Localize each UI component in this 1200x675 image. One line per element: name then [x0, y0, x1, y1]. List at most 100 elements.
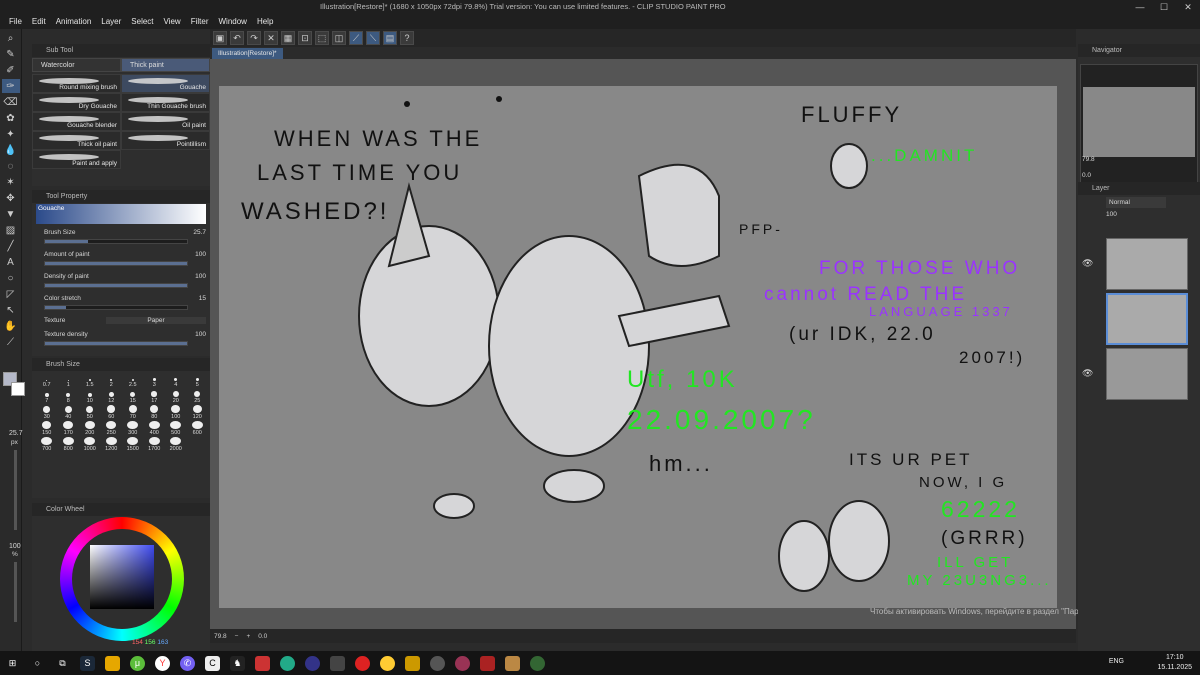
brush-item[interactable]: Pointillism — [121, 131, 210, 150]
amount-paint-slider[interactable] — [44, 261, 188, 266]
status-zoom[interactable]: 79.8 — [214, 633, 227, 640]
brush-icon[interactable]: ✑ — [1, 79, 20, 93]
auto-select-icon[interactable]: ✶ — [2, 175, 20, 189]
brush-size-option[interactable]: 300 — [122, 421, 144, 436]
ruler-icon[interactable]: ◸ — [2, 287, 20, 301]
menu-animation[interactable]: Animation — [56, 17, 92, 26]
app-icon[interactable] — [430, 655, 445, 671]
brush-size-option[interactable]: 2.5 — [122, 373, 144, 388]
brush-size-option[interactable]: 1.5 — [79, 373, 101, 388]
menu-view[interactable]: View — [164, 17, 181, 26]
decoration-icon[interactable]: ✿ — [2, 111, 20, 125]
sub-color-swatch[interactable] — [11, 382, 25, 396]
brush-size-option[interactable]: 100 — [165, 405, 187, 420]
app-icon[interactable] — [305, 655, 320, 671]
layer-opacity[interactable]: 100 — [1106, 211, 1117, 218]
brush-size-option[interactable]: 80 — [144, 405, 166, 420]
app-icon[interactable]: ♞ — [230, 655, 245, 671]
tray-date[interactable]: 15.11.2025 — [1157, 663, 1192, 673]
density-paint-slider[interactable] — [44, 283, 188, 288]
canvas-icon[interactable]: ▣ — [213, 31, 227, 45]
brush-size-option[interactable]: 70 — [122, 405, 144, 420]
brush-size-option[interactable]: 10 — [79, 389, 101, 404]
brush-size-option[interactable]: 1500 — [122, 437, 144, 452]
menu-window[interactable]: Window — [219, 17, 247, 26]
app-icon[interactable] — [530, 655, 545, 671]
density-paint-value[interactable]: 100 — [182, 273, 206, 280]
clear-icon[interactable]: ✕ — [264, 31, 278, 45]
zoom-out-icon[interactable]: − — [235, 633, 239, 640]
texture-density-slider[interactable] — [44, 341, 188, 346]
brush-size-slider-prop[interactable] — [44, 239, 188, 244]
eyedropper-icon[interactable]: ⟋ — [2, 335, 20, 349]
brush-size-option[interactable]: 4 — [165, 373, 187, 388]
app-icon[interactable] — [480, 655, 495, 671]
move-icon[interactable]: ✥ — [2, 191, 20, 205]
app-icon[interactable] — [380, 655, 395, 671]
brush-size-option[interactable]: 800 — [58, 437, 80, 452]
layer-item[interactable] — [1106, 238, 1188, 290]
color-stretch-slider[interactable] — [44, 305, 188, 310]
color-stretch-value[interactable]: 15 — [182, 295, 206, 302]
brush-size-option[interactable]: 1000 — [79, 437, 101, 452]
brush-item[interactable]: Thick oil paint — [32, 131, 121, 150]
app-icon[interactable] — [405, 655, 420, 671]
eraser-icon[interactable]: ⌫ — [2, 95, 20, 109]
brush-size-option[interactable]: 7 — [36, 389, 58, 404]
folder-icon[interactable] — [105, 655, 120, 671]
brush-size-option[interactable]: 200 — [79, 421, 101, 436]
snap-grid-icon[interactable]: ▤ — [383, 31, 397, 45]
redo-icon[interactable]: ↷ — [247, 31, 261, 45]
brush-size-slider[interactable] — [14, 450, 17, 530]
brush-size-option[interactable]: 0.7 — [36, 373, 58, 388]
hand-icon[interactable]: ✋ — [2, 319, 20, 333]
zoom-in-icon[interactable]: + — [246, 633, 250, 640]
balloon-icon[interactable]: ○ — [2, 271, 20, 285]
app-icon[interactable] — [280, 655, 295, 671]
menu-filter[interactable]: Filter — [191, 17, 209, 26]
brush-size-option[interactable]: 30 — [36, 405, 58, 420]
texture-density-value[interactable]: 100 — [182, 331, 206, 338]
brush-size-option[interactable]: 40 — [58, 405, 80, 420]
nav-angle[interactable]: 0.0 — [1082, 172, 1091, 179]
help-icon[interactable]: ? — [400, 31, 414, 45]
layer-item-selected[interactable] — [1106, 293, 1188, 345]
brush-size-option[interactable]: 120 — [187, 405, 209, 420]
app-icon[interactable] — [330, 655, 345, 671]
operation-icon[interactable]: ↖ — [2, 303, 20, 317]
snap-special-icon[interactable]: ⟍ — [366, 31, 380, 45]
texture-value[interactable]: Paper — [106, 316, 206, 324]
yandex-icon[interactable]: Y — [155, 655, 170, 671]
deselect-icon[interactable]: ⬚ — [315, 31, 329, 45]
brush-item[interactable]: Thin Gouache brush — [121, 93, 210, 112]
fill-icon[interactable]: ▦ — [281, 31, 295, 45]
brush-size-option[interactable]: 1200 — [101, 437, 123, 452]
brush-size-option[interactable]: 600 — [187, 421, 209, 436]
steam-icon[interactable]: S — [80, 655, 95, 671]
brush-size-option[interactable]: 400 — [144, 421, 166, 436]
clip-studio-icon[interactable]: C — [205, 655, 220, 671]
search-icon[interactable]: ○ — [30, 656, 45, 671]
transform-icon[interactable]: ⊡ — [298, 31, 312, 45]
brush-size-option[interactable]: 150 — [36, 421, 58, 436]
brush-size-option[interactable]: 60 — [101, 405, 123, 420]
invert-icon[interactable]: ◫ — [332, 31, 346, 45]
menu-help[interactable]: Help — [257, 17, 273, 26]
amount-paint-value[interactable]: 100 — [182, 251, 206, 258]
brush-item[interactable]: Oil paint — [121, 112, 210, 131]
tab-watercolor[interactable]: Watercolor — [32, 58, 121, 72]
text-icon[interactable]: A — [2, 255, 20, 269]
airbrush-icon[interactable]: ✦ — [2, 127, 20, 141]
blend-icon[interactable]: 💧 — [2, 143, 20, 157]
brush-size-option[interactable]: 1700 — [144, 437, 166, 452]
visibility-eye-icon[interactable]: 👁 — [1082, 368, 1093, 379]
brush-size-option[interactable]: 20 — [165, 389, 187, 404]
brush-size-option[interactable]: 15 — [122, 389, 144, 404]
brush-size-option[interactable]: 1 — [58, 373, 80, 388]
brush-item[interactable]: Gouache blender — [32, 112, 121, 131]
brush-size-option[interactable]: 12 — [101, 389, 123, 404]
brush-size-option[interactable]: 500 — [165, 421, 187, 436]
layer-item[interactable] — [1106, 348, 1188, 400]
brush-size-option[interactable]: 8 — [58, 389, 80, 404]
brush-size-value[interactable]: 25.7 — [182, 229, 206, 236]
